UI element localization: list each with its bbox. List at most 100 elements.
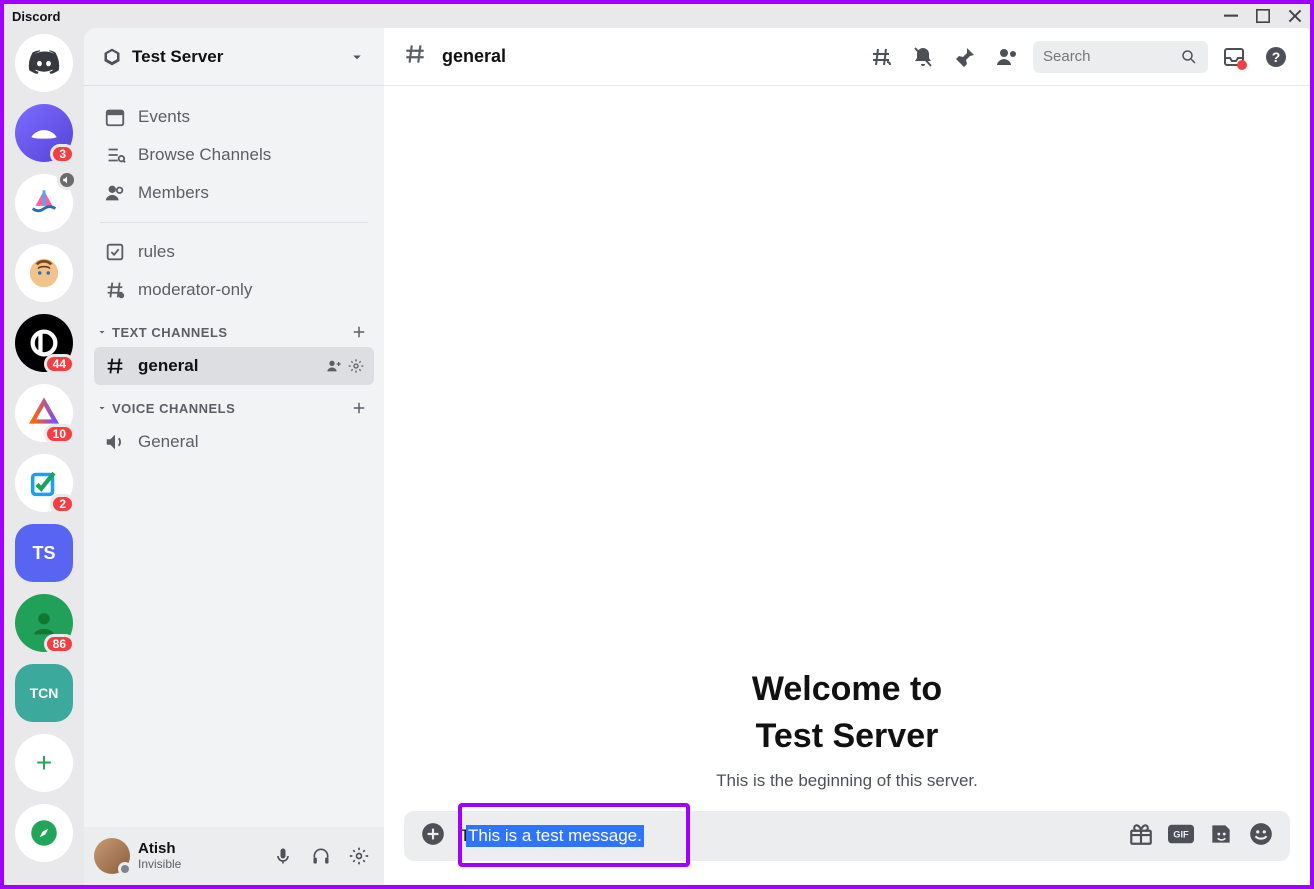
members-icon [104,182,126,204]
server-face[interactable] [15,244,73,302]
notification-settings-button[interactable] [907,41,939,73]
member-list-button[interactable] [991,41,1023,73]
server-discord-home[interactable] [15,34,73,92]
messages-area: Welcome to Test Server This is the begin… [384,86,1310,811]
user-settings-button[interactable] [344,841,374,871]
voice-channel-general[interactable]: General [94,423,374,461]
server-badge: 3 [50,144,75,164]
message-input[interactable] [460,826,1114,846]
compass-icon [27,816,61,850]
server-midjourney[interactable]: 3 [15,104,73,162]
add-channel-button[interactable] [350,323,368,341]
gear-icon[interactable] [348,358,364,374]
rules-icon [104,241,126,263]
channel-topbar: general Search ? [384,28,1310,86]
threads-button[interactable] [865,41,897,73]
app-title: Discord [12,9,60,24]
emoji-icon [1248,821,1274,847]
welcome-subtext: This is the beginning of this server. [716,771,978,791]
gift-button[interactable] [1128,821,1154,852]
chevron-down-icon [348,48,366,66]
server-patreon[interactable]: 44 [15,314,73,372]
svg-text:GIF: GIF [1173,829,1189,839]
chevron-down-icon [96,402,108,414]
sailboat-icon [27,186,61,220]
headphones-icon [311,846,331,866]
sticker-icon [1208,821,1234,847]
category-text-channels[interactable]: TEXT CHANNELS [94,309,374,347]
inbox-button[interactable] [1218,41,1250,73]
gif-button[interactable]: GIF [1168,821,1194,852]
sticker-button[interactable] [1208,821,1234,852]
server-initials: TS [32,543,55,564]
search-placeholder: Search [1043,48,1180,65]
window-maximize-button[interactable] [1256,9,1270,23]
window-minimize-button[interactable] [1224,9,1238,23]
channel-name: general [442,46,855,67]
channel-label: General [138,432,198,452]
sidebar-item-label: Browse Channels [138,145,271,165]
explore-servers-button[interactable] [15,804,73,862]
bell-muted-icon [911,45,935,69]
channel-moderator-only[interactable]: moderator-only [94,271,374,309]
sidebar-item-browse-channels[interactable]: Browse Channels [94,136,374,174]
server-badge: 2 [50,494,75,514]
threads-icon [869,45,893,69]
server-test-server[interactable]: TS [15,524,73,582]
sidebar-item-events[interactable]: Events [94,98,374,136]
user-avatar[interactable] [94,838,130,874]
status-invisible-icon [118,862,132,876]
muted-indicator-icon [57,170,77,190]
window-close-button[interactable] [1288,9,1302,23]
category-voice-channels[interactable]: VOICE CHANNELS [94,385,374,423]
server-initials: TCN [30,685,59,701]
emoji-button[interactable] [1248,821,1274,852]
server-triangle[interactable]: 10 [15,384,73,442]
channel-rules[interactable]: rules [94,233,374,271]
add-channel-button[interactable] [350,399,368,417]
mic-icon [273,846,293,866]
server-boat[interactable] [15,174,73,232]
gear-icon [349,846,369,866]
channel-general[interactable]: general [94,347,374,385]
hash-icon [104,355,126,377]
gif-icon: GIF [1168,821,1194,847]
channel-sidebar: Test Server Events Browse Channels Membe… [84,28,384,885]
user-name: Atish [138,841,260,858]
hash-icon [402,41,428,72]
help-button[interactable]: ? [1260,41,1292,73]
server-header-button[interactable]: Test Server [84,28,384,86]
pinned-messages-button[interactable] [949,41,981,73]
server-checkmark[interactable]: 2 [15,454,73,512]
sidebar-item-label: Members [138,183,209,203]
user-status: Invisible [138,858,260,871]
gift-icon [1128,821,1154,847]
help-icon: ? [1264,45,1288,69]
deafen-button[interactable] [306,841,336,871]
sidebar-item-members[interactable]: Members [94,174,374,212]
invite-icon[interactable] [326,358,342,374]
attach-button[interactable] [420,821,446,852]
user-panel: Atish Invisible [84,827,384,885]
add-server-button[interactable]: + [15,734,73,792]
search-input[interactable]: Search [1033,41,1208,73]
server-badge: 44 [44,354,75,374]
mute-mic-button[interactable] [268,841,298,871]
discord-logo-icon [27,46,61,80]
welcome-line2: Test Server [756,717,939,755]
server-tcn[interactable]: TCN [15,664,73,722]
calendar-icon [104,106,126,128]
server-rail: 3 44 10 2 TS [4,28,84,885]
user-info[interactable]: Atish Invisible [138,841,260,871]
sidebar-item-label: Events [138,107,190,127]
server-badge: 10 [44,424,75,444]
channel-label: moderator-only [138,280,252,300]
server-green-avatar[interactable]: 86 [15,594,73,652]
channel-label: general [138,356,314,376]
browse-icon [104,144,126,166]
face-avatar-icon [27,256,61,290]
category-label: VOICE CHANNELS [112,401,350,416]
unread-dot-icon [1237,60,1247,70]
message-composer[interactable]: GIF This is a test message. [404,811,1290,861]
main-content: general Search ? Welcome to [384,28,1310,885]
